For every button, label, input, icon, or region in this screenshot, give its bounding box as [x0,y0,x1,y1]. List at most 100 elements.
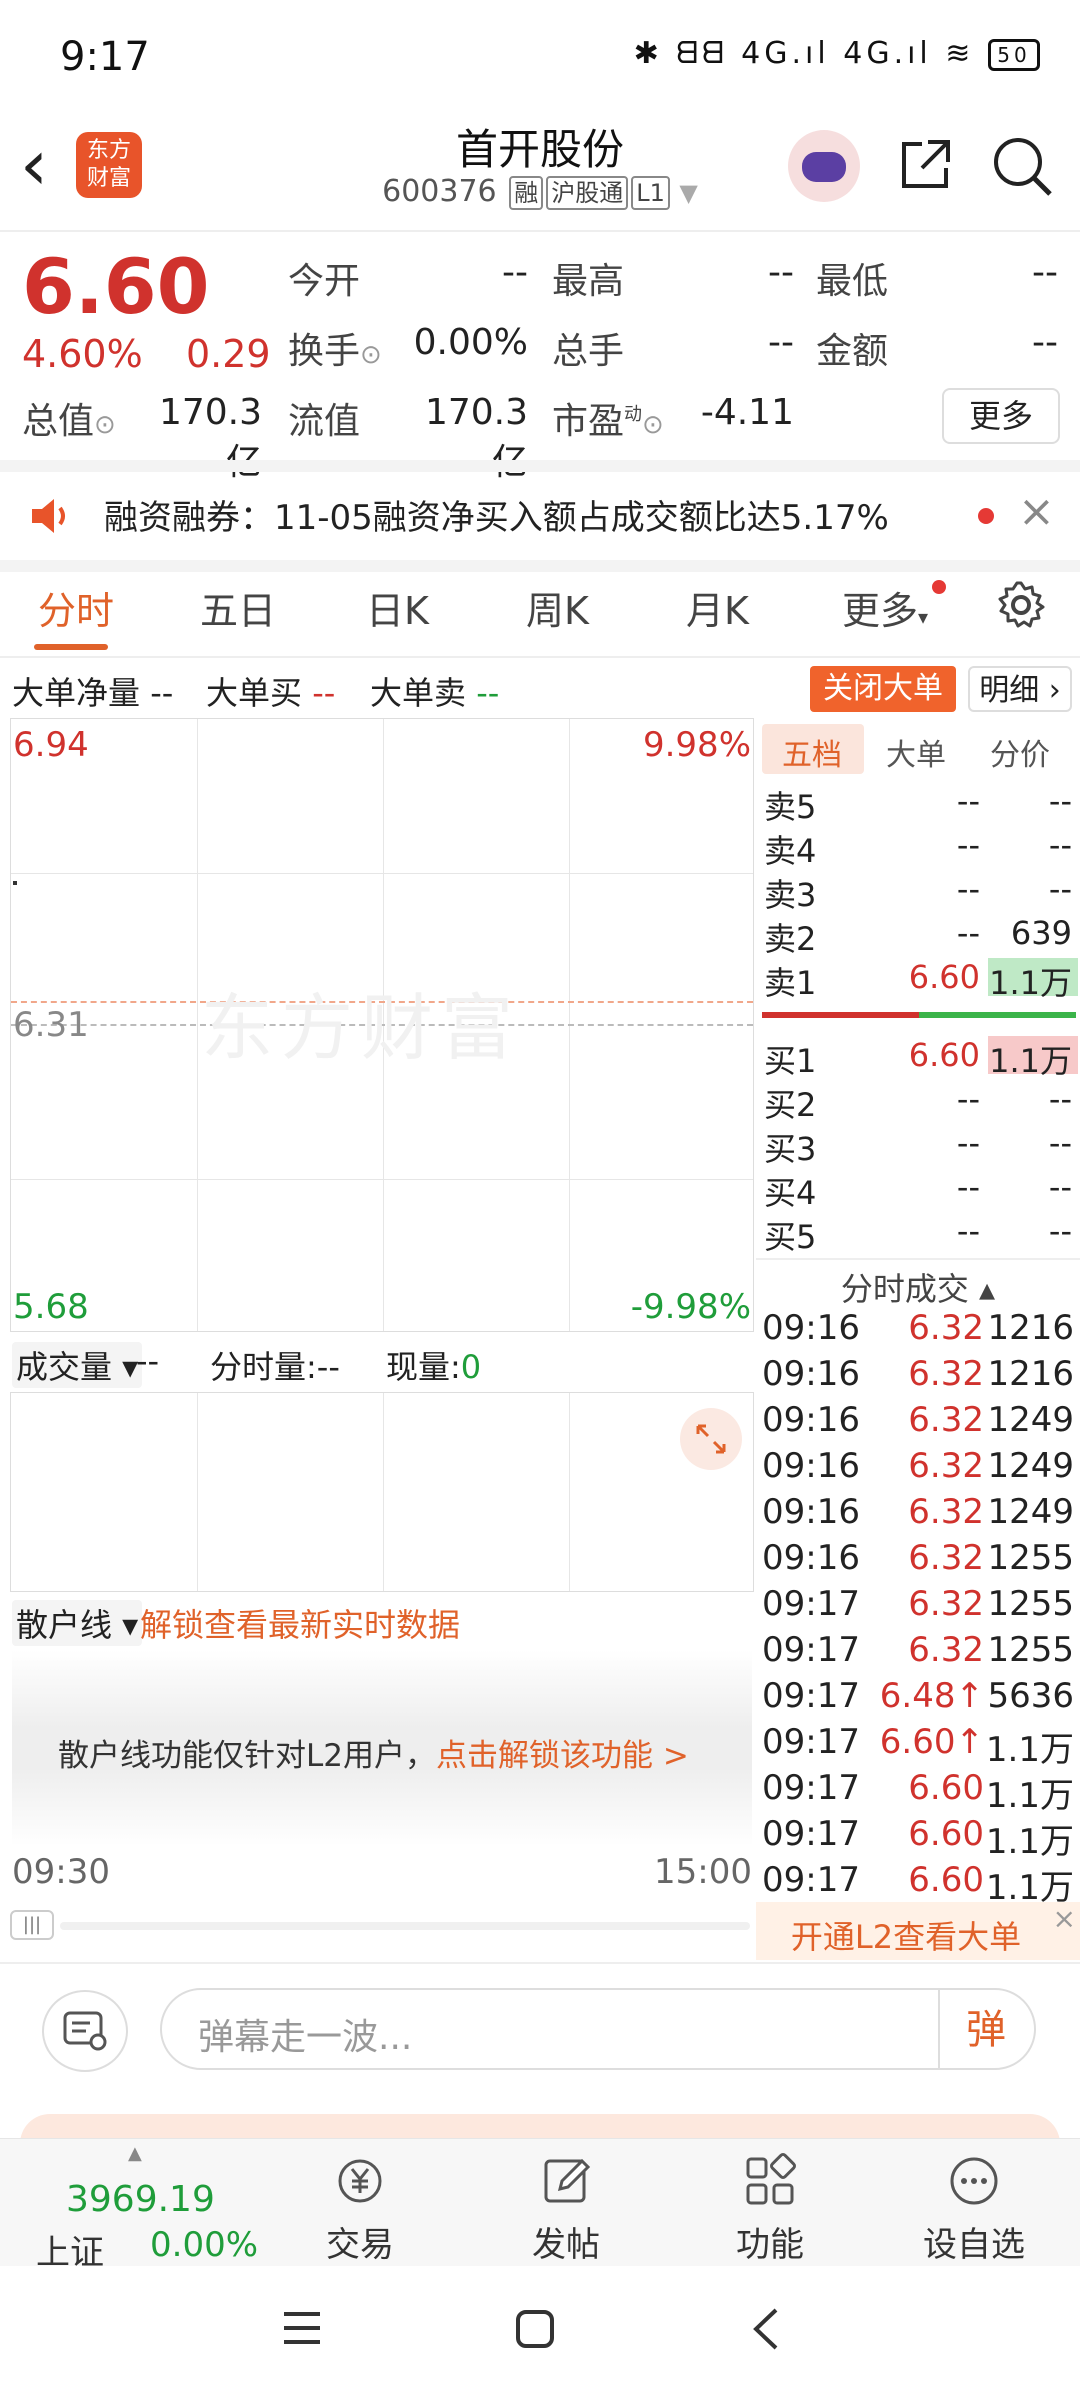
trade-volume: 1216 [987,1308,1074,1348]
volume-value: -- [136,1342,160,1380]
pe-label[interactable]: 市盈动⊙ [552,392,664,444]
bid-row-1: 买1 6.60 1.1万 [764,1036,1072,1080]
scroll-handle[interactable]: ||| [10,1910,54,1940]
trade-time: 09:16 [762,1538,860,1578]
period-volume: 分时量:-- [210,1348,340,1386]
nav-functions[interactable]: 功能 [670,2139,870,2267]
time-end: 15:00 [654,1852,752,1892]
stock-code: 600376 [382,174,497,209]
l2-upgrade-banner[interactable]: 开通L2查看大单 × [756,1902,1080,1960]
trade-time: 09:17 [762,1860,860,1900]
bid-row-2: 买2 -- -- [764,1080,1072,1124]
assistant-avatar-icon[interactable] [788,130,860,202]
trade-price: 6.32 [908,1400,984,1440]
trade-price: 6.32 [908,1584,984,1624]
danmu-placeholder: 弹幕走一波... [198,2017,413,2058]
volume-label: 总手 [552,331,625,372]
volume-value: -- [768,322,794,363]
net-big-order-label: 大单净量 [12,674,141,712]
retail-select[interactable]: 散户线 ▾ [12,1600,143,1646]
intraday-price-chart[interactable]: 东方财富 6.94 6.31 5.68 9.98% -9.98% [10,718,754,1332]
bottom-nav: ▲ 3969.19 上证 0.00% 交易 发帖 功能 设自选 [0,2138,1080,2273]
danmu-toggle-button[interactable]: 弹 [938,1990,1034,2070]
trade-volume: 1249 [987,1446,1074,1486]
time-axis: 09:30 15:00 [10,1852,754,1898]
trade-row: 09:16 6.32 1216 [756,1354,1080,1400]
more-dots-icon [950,2157,998,2205]
trade-row: 09:16 6.32 1249 [756,1492,1080,1538]
trade-price: 6.32 [908,1446,984,1486]
settings-gear-icon[interactable] [996,580,1046,630]
trade-volume: 1255 [987,1538,1074,1578]
close-big-order-button[interactable]: 关闭大单 [810,666,956,712]
share-icon[interactable] [898,136,954,192]
trade-row: 09:17 6.32 1255 [756,1630,1080,1676]
tab-price-dist[interactable]: 分价 [990,730,1050,774]
bid-row-4: 买4 -- -- [764,1168,1072,1212]
detail-button[interactable]: 明细 › [968,666,1072,712]
high-label: 最高 [552,261,625,302]
info-icon: ⊙ [642,410,664,440]
more-quote-button[interactable]: 更多 [942,388,1060,444]
tab-intraday[interactable]: 分时 [38,580,114,635]
volume-header: 成交量 ▾ -- 分时量:-- 现量:0 [10,1336,754,1392]
trade-price: 6.32 [908,1630,984,1670]
tab-five-levels[interactable]: 五档 [782,730,842,774]
time-start: 09:30 [12,1852,110,1892]
tab-monthly-k[interactable]: 月K [686,580,749,635]
big-sell-label: 大单卖 [370,674,467,712]
market-cap-label[interactable]: 总值⊙ [22,392,116,444]
battery-icon: 50 [988,38,1040,71]
nav-post[interactable]: 发帖 [466,2139,666,2267]
l2-banner-text: 开通L2查看大单 [790,1918,1022,1956]
search-icon[interactable] [990,134,1054,198]
expand-icon[interactable] [680,1408,742,1470]
trades-title[interactable]: 分时成交 ▴ [756,1264,1080,1310]
trade-price: 6.32 [908,1308,984,1348]
turnover-label[interactable]: 换手⊙ [288,322,382,374]
tab-five-day[interactable]: 五日 [200,580,276,635]
price-point [13,881,17,885]
info-icon: ⊙ [360,340,382,370]
unread-dot [978,508,994,524]
low-label: 最低 [816,261,889,302]
close-icon[interactable]: × [1053,1902,1076,1935]
menu-icon[interactable] [280,2308,324,2348]
chart-scrollbar[interactable]: ||| [10,1910,754,1940]
signal-icons: ✱ ᗺᗺ 4G.ıl 4G.ıl ≋ [633,36,975,71]
y-axis-mid: 6.31 [13,1005,89,1045]
stock-header: ‹ 东方 财富 首开股份 600376 融沪股通 L1 ▼ [0,110,1080,230]
index-change[interactable]: 0.00% [150,2225,258,2265]
retail-locked-panel[interactable]: 散户线功能仅针对L2用户，点击解锁该功能 > [12,1650,752,1846]
unlock-link[interactable]: 解锁查看最新实时数据 [140,1600,460,1646]
trade-row: 09:17 6.60 1.1万 [756,1814,1080,1862]
trade-price: 6.32 [908,1354,984,1394]
danmu-input[interactable]: 弹幕走一波... [160,1988,1036,2070]
close-icon[interactable]: × [1018,486,1055,537]
dropdown-icon[interactable]: ▼ [679,179,697,207]
nav-trade[interactable]: 交易 [260,2139,460,2267]
big-sell-value: -- [476,674,500,712]
volume-chart[interactable] [10,1392,754,1592]
tab-daily-k[interactable]: 日K [366,580,429,635]
trade-time: 09:16 [762,1446,860,1486]
nav-add-watchlist[interactable]: 设自选 [874,2139,1074,2267]
comment-list-icon[interactable] [42,1990,128,2072]
unlock-feature-link[interactable]: 点击解锁该功能 > [436,1738,689,1774]
big-buy-value: -- [312,674,336,712]
float-cap-label: 流值 [288,401,361,442]
index-value[interactable]: 3969.19 [66,2179,215,2220]
ask-row-3: 卖3 -- -- [764,870,1072,914]
trade-price: 6.60↑ [879,1722,984,1762]
tab-more[interactable]: 更多▾ [842,580,928,635]
back-nav-icon[interactable] [748,2306,784,2352]
home-icon[interactable] [514,2308,556,2350]
yuan-icon [338,2159,382,2203]
volume-select[interactable]: 成交量 ▾ [12,1342,143,1388]
pe-value: -4.11 [700,392,794,433]
tab-big-orders[interactable]: 大单 [886,730,946,774]
tab-weekly-k[interactable]: 周K [526,580,589,635]
pct-axis-bottom: -9.98% [630,1287,751,1327]
notice-bar[interactable]: 融资融券：11-05融资净买入额占成交额比达5.17% × [0,472,1080,560]
ask-row-2: 卖2 -- 639 [764,914,1072,958]
